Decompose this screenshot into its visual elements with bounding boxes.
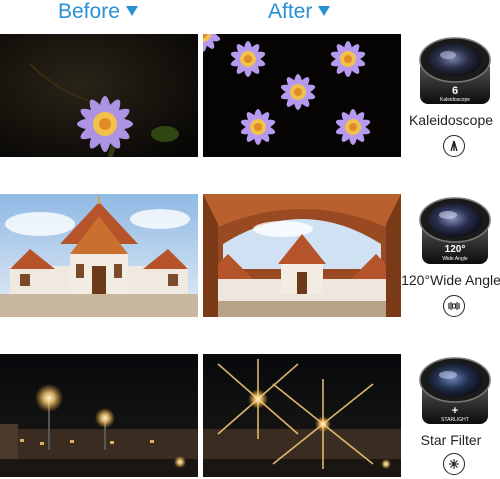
before-header: Before xyxy=(58,0,138,26)
lens-engraving: 120° xyxy=(445,244,466,255)
after-photo-night-star xyxy=(203,354,401,477)
lens-engraving: 6 xyxy=(452,85,458,97)
kaleidoscope-icon xyxy=(443,135,465,157)
kaleidoscope-lens: 6 Kaleidoscope xyxy=(414,34,496,108)
before-photo-flower xyxy=(0,34,198,157)
before-photo-night xyxy=(0,354,198,477)
lens-engraving-sub: Kaleidoscope xyxy=(440,97,470,103)
lens-engraving: + xyxy=(452,405,458,417)
chevron-down-icon xyxy=(125,6,138,17)
kaleidoscope-label: Kaleidoscope xyxy=(408,112,494,128)
after-header: After xyxy=(268,0,331,26)
before-photo-temple xyxy=(0,194,198,317)
lens-engraving-sub: STARLIGHT xyxy=(441,417,469,423)
after-photo-temple-wide xyxy=(203,194,401,317)
after-photo-flower-kaleidoscope xyxy=(203,34,401,157)
lens-engraving-sub: Wide Angle xyxy=(442,256,468,262)
star-filter-label: Star Filter xyxy=(420,432,482,448)
wide-angle-lens: 120° Wide Angle xyxy=(414,194,496,268)
star-filter-lens: + STARLIGHT xyxy=(414,354,496,428)
wide-angle-icon xyxy=(443,295,465,317)
before-header-label: Before xyxy=(58,0,120,23)
after-header-label: After xyxy=(268,0,313,23)
wide-angle-label: 120°Wide Angle xyxy=(401,272,500,288)
star-filter-icon xyxy=(443,453,465,475)
chevron-down-icon xyxy=(318,6,331,17)
